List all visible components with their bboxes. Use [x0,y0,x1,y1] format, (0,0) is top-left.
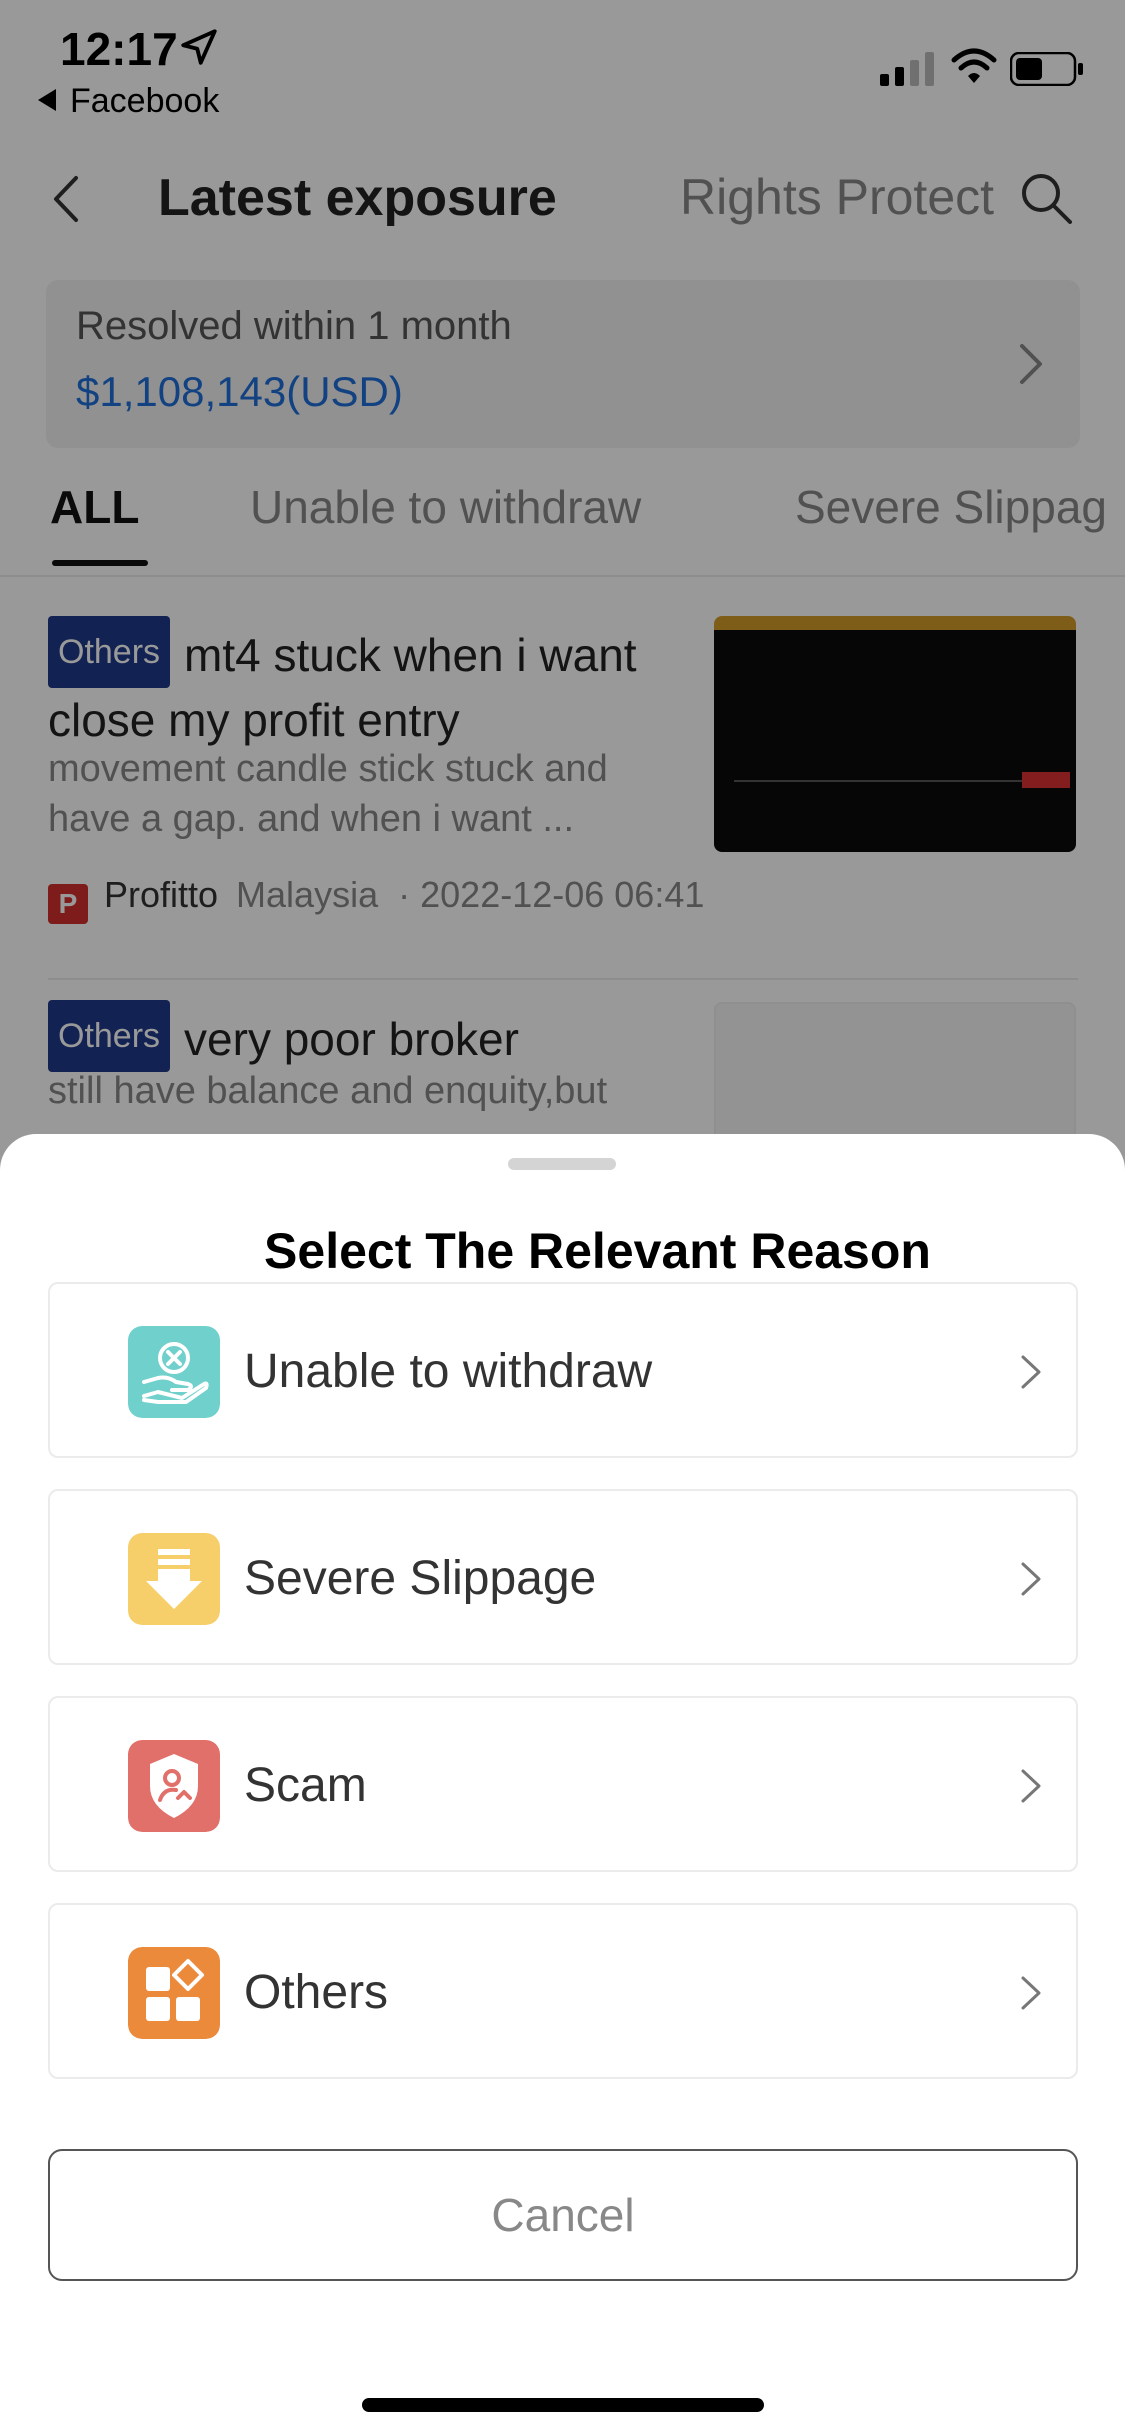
home-indicator[interactable] [362,2398,764,2412]
reason-option-scam[interactable]: Scam [48,1696,1078,1872]
reason-label: Scam [244,1759,367,1812]
reason-option-others[interactable]: Others [48,1903,1078,2079]
reason-option-severe-slippage[interactable]: Severe Slippage [48,1489,1078,1665]
chevron-right-icon [1021,1355,1041,1389]
others-grid-icon [128,1947,220,2039]
chevron-right-icon [1021,1769,1041,1803]
reason-option-unable-to-withdraw[interactable]: Unable to withdraw [48,1282,1078,1458]
slippage-arrow-icon [128,1533,220,1625]
reason-label: Unable to withdraw [244,1345,653,1398]
reason-bottom-sheet: Select The Relevant Reason Unable to wit… [0,1134,1125,2436]
chevron-right-icon [1021,1562,1041,1596]
sheet-grabber[interactable] [508,1158,616,1170]
chevron-right-icon [1021,1976,1041,2010]
cancel-button[interactable]: Cancel [48,2149,1078,2281]
sheet-title: Select The Relevant Reason [264,1223,931,1279]
scam-shield-icon [128,1740,220,1832]
reason-label: Severe Slippage [244,1552,597,1605]
withdraw-hand-icon [128,1326,220,1418]
reason-label: Others [244,1966,389,2019]
